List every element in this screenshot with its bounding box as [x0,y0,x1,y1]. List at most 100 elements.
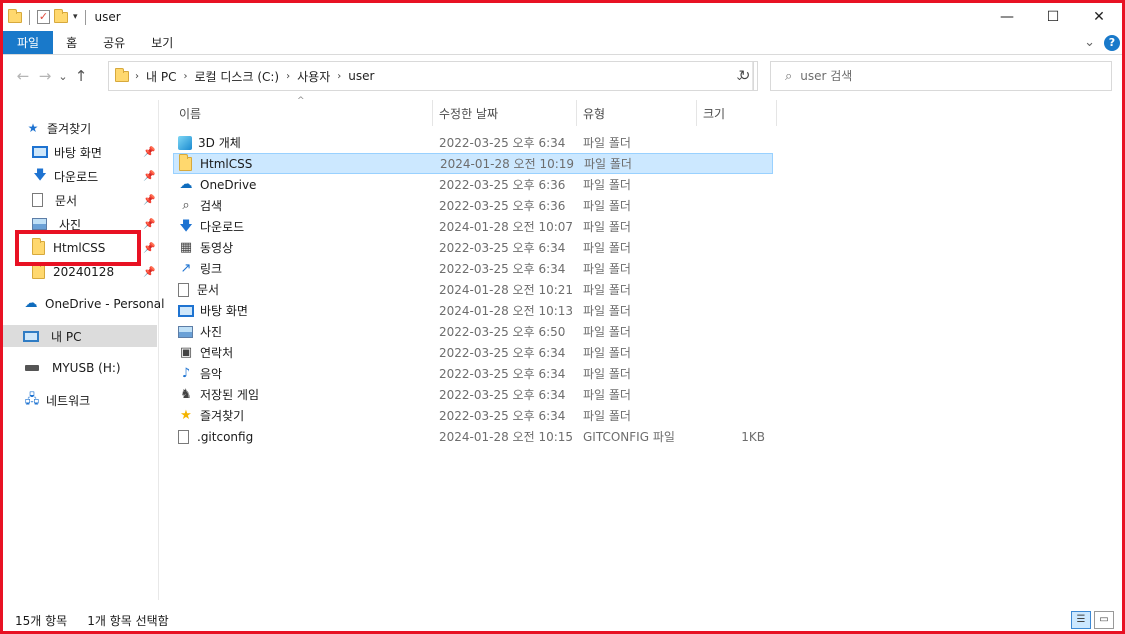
tab-view[interactable]: 보기 [138,31,186,54]
file-type: 파일 폴더 [583,199,631,213]
file-row[interactable]: .gitconfig 2024-01-28 오전 10:15 GITCONFIG… [173,426,777,447]
chevron-right-icon[interactable]: › [135,71,139,82]
file-date: 2022-03-25 오후 6:34 [439,409,566,423]
tab-home[interactable]: 홈 [53,31,90,54]
sidebar-item-desktop[interactable]: 바탕 화면 📌 [32,141,158,163]
folder-icon [8,8,22,23]
file-type: 파일 폴더 [583,388,631,402]
sidebar-item-network[interactable]: 🖧 네트워크 [24,389,90,411]
file-row[interactable]: 바탕 화면 2024-01-28 오전 10:13 파일 폴더 [173,300,777,321]
file-date: 2022-03-25 오후 6:34 [439,367,566,381]
sidebar-item-onedrive[interactable]: ☁ OneDrive - Personal [23,293,165,315]
pin-icon[interactable]: 📌 [143,243,155,254]
help-icon[interactable]: ? [1104,34,1120,51]
file-type: 파일 폴더 [583,220,631,234]
breadcrumb-this-pc[interactable]: 내 PC [146,68,176,85]
view-switcher: ☰ ▭ [1071,611,1114,629]
file-row[interactable]: ♪ 음악 2022-03-25 오후 6:34 파일 폴더 [173,363,777,384]
column-headers: 이름 수정한 날짜 유형 크기 [173,100,777,126]
new-folder-icon[interactable] [54,8,68,23]
breadcrumb-users[interactable]: 사용자 [297,68,330,85]
file-name: 문서 [197,283,220,297]
star-icon: ★ [27,121,39,135]
sidebar-item-downloads[interactable]: 🡇 다운로드 📌 [32,165,158,187]
up-button[interactable]: ↑ [70,67,92,85]
file-row[interactable]: 문서 2024-01-28 오전 10:21 파일 폴더 [173,279,777,300]
links-icon: ↗ [180,260,192,276]
file-date: 2024-01-28 오전 10:15 [439,430,574,444]
file-row[interactable]: ▦ 동영상 2022-03-25 오후 6:34 파일 폴더 [173,237,777,258]
file-name: 링크 [200,262,223,276]
file-row[interactable]: ☁ OneDrive 2022-03-25 오후 6:36 파일 폴더 [173,174,777,195]
column-header-date[interactable]: 수정한 날짜 [433,100,577,126]
file-date: 2022-03-25 오후 6:50 [439,325,566,339]
breadcrumb-user[interactable]: user [348,69,374,83]
tab-share[interactable]: 공유 [90,31,138,54]
column-header-type[interactable]: 유형 [577,100,697,126]
quick-access-toolbar: ✓ ▾ [3,8,89,25]
pin-icon[interactable]: 📌 [143,171,155,182]
window-title: user [94,10,121,24]
file-type: 파일 폴더 [583,283,631,297]
pin-icon[interactable]: 📌 [143,147,155,158]
chevron-right-icon[interactable]: › [183,71,187,82]
pin-icon[interactable]: 📌 [143,267,155,278]
file-row[interactable]: 사진 2022-03-25 오후 6:50 파일 폴더 [173,321,777,342]
column-header-size[interactable]: 크기 [697,100,777,126]
recent-locations-dropdown[interactable]: ⌄ [56,70,70,83]
file-row[interactable]: 🡇 다운로드 2024-01-28 오전 10:07 파일 폴더 [173,216,777,237]
pin-icon[interactable]: 📌 [143,195,155,206]
details-view-icon[interactable]: ☰ [1071,611,1091,629]
highlight-box [15,230,141,266]
tab-file[interactable]: 파일 [3,31,54,54]
expand-ribbon-icon[interactable]: ⌄ [1084,35,1095,50]
column-header-name[interactable]: 이름 [173,100,433,126]
chevron-right-icon[interactable]: › [337,71,341,82]
breadcrumb-local-disk[interactable]: 로컬 디스크 (C:) [194,68,279,85]
file-row[interactable]: 3D 개체 2022-03-25 오후 6:34 파일 폴더 [173,132,777,153]
documents-icon [178,282,189,297]
file-row[interactable]: ⌕ 검색 2022-03-25 오후 6:36 파일 폴더 [173,195,777,216]
file-name: 바탕 화면 [200,304,248,318]
file-row[interactable]: ↗ 링크 2022-03-25 오후 6:34 파일 폴더 [173,258,777,279]
maximize-button[interactable]: ☐ [1030,3,1076,31]
file-name: HtmlCSS [200,156,253,171]
file-type: 파일 폴더 [583,409,631,423]
file-type: 파일 폴더 [583,241,631,255]
saved-games-icon: ♞ [180,386,192,402]
file-date: 2022-03-25 오후 6:34 [439,262,566,276]
close-button[interactable]: ✕ [1076,3,1122,31]
file-date: 2022-03-25 오후 6:34 [439,388,566,402]
selection-count: 1개 항목 선택함 [87,613,169,628]
sidebar-item-documents[interactable]: 문서 📌 [32,189,158,211]
back-button[interactable]: ← [12,67,34,85]
search-box[interactable]: ⌕ [770,61,1112,91]
file-row[interactable]: ♞ 저장된 게임 2022-03-25 오후 6:34 파일 폴더 [173,384,777,405]
sidebar-item-label: 다운로드 [54,169,99,184]
file-name: 저장된 게임 [200,388,260,402]
file-type: 파일 폴더 [583,178,631,192]
sidebar-item-this-pc[interactable]: 내 PC [3,325,157,347]
file-list: 3D 개체 2022-03-25 오후 6:34 파일 폴더 HtmlCSS 2… [173,132,777,447]
item-count: 15개 항목 [15,613,68,628]
sidebar-item-quick-access[interactable]: ★ 즐겨찾기 [25,117,92,139]
file-row[interactable]: ★ 즐겨찾기 2022-03-25 오후 6:34 파일 폴더 [173,405,777,426]
minimize-button[interactable]: — [984,3,1030,31]
large-icons-view-icon[interactable]: ▭ [1094,611,1114,629]
refresh-button[interactable]: ↻ [732,61,758,91]
sidebar-item-usb[interactable]: MYUSB (H:) [25,357,121,379]
chevron-right-icon[interactable]: › [286,71,290,82]
forward-button[interactable]: → [34,67,56,85]
file-row-selected[interactable]: HtmlCSS 2024-01-28 오전 10:19 파일 폴더 [173,153,773,174]
search-input[interactable] [800,69,1081,83]
sidebar-item-label: 바탕 화면 [54,145,102,160]
customize-toolbar-dropdown[interactable]: ▾ [73,12,78,22]
favorites-icon: ★ [180,407,192,423]
file-name: .gitconfig [197,429,254,444]
onedrive-icon: ☁ [179,176,193,192]
address-bar[interactable]: › 내 PC › 로컬 디스크 (C:) › 사용자 › user ⌄ [108,61,754,91]
file-row[interactable]: ▣ 연락처 2022-03-25 오후 6:34 파일 폴더 [173,342,777,363]
pin-icon[interactable]: 📌 [143,219,155,230]
properties-icon[interactable]: ✓ [37,10,50,24]
window-controls: — ☐ ✕ [984,3,1122,31]
